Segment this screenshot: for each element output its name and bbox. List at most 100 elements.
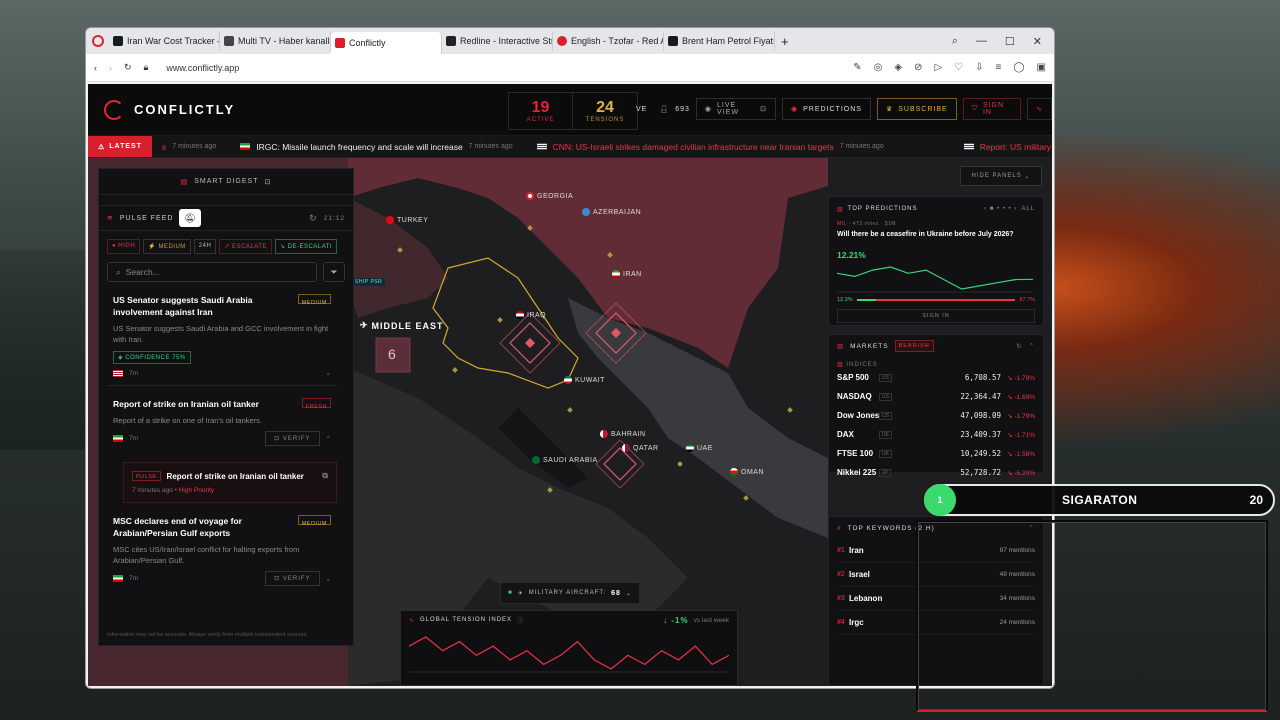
window-controls: ⌕ — ☐ ✕ xyxy=(952,35,1054,48)
ticker-item[interactable]: Report: US military lost two more xyxy=(963,142,1052,152)
activity-button[interactable]: ∿ xyxy=(1027,98,1052,120)
filter-medium[interactable]: ⚡ MEDIUM xyxy=(143,239,191,254)
qatar-flag-icon xyxy=(622,444,630,452)
verify-label: VERIFY xyxy=(282,576,311,582)
refresh-icon[interactable]: ↻ xyxy=(309,213,318,224)
pulse-icon: ∿ xyxy=(409,617,416,624)
tension-index-panel[interactable]: ∿ GLOBAL TENSION INDEX ⓘ ↓ -1% vs last week xyxy=(400,610,738,686)
verify-button[interactable]: ⊡ VERIFY xyxy=(265,571,320,586)
close-icon[interactable]: ✕ xyxy=(1033,35,1042,48)
market-row[interactable]: DAX DE 23,409.37 ↘ -1.71% xyxy=(829,425,1043,444)
back-icon[interactable]: ‹ xyxy=(94,63,97,73)
tab-2[interactable]: Conflictly xyxy=(331,32,442,54)
map-label-region[interactable]: ✈︎ MIDDLE EAST xyxy=(360,320,444,331)
verify-button[interactable]: ⊡ VERIFY xyxy=(265,431,320,446)
low-value: 12.3% xyxy=(837,297,853,303)
download-icon[interactable]: ⇩ xyxy=(975,62,983,73)
chevron-up-icon[interactable]: ⌃ xyxy=(1029,342,1035,350)
oman-flag-icon xyxy=(730,468,738,476)
ticker-item[interactable]: CNN: US-Israeli strikes damaged civilian… xyxy=(536,142,884,152)
carousel-dots[interactable]: ‹ ■ • • • › xyxy=(984,206,1017,212)
predictions-title: TOP PREDICTIONS xyxy=(847,206,918,212)
filter-high[interactable]: ● HIGH xyxy=(107,239,141,254)
feed-card[interactable]: US Senator suggests Saudi Arabia involve… xyxy=(107,288,337,386)
map-label-oman[interactable]: OMAN xyxy=(730,468,764,476)
market-row[interactable]: S&P 500 US 6,708.57 ↘ -1.79% xyxy=(829,368,1043,387)
chevron-down-icon[interactable]: ⌄ xyxy=(326,369,331,377)
tab-0[interactable]: Iran War Cost Tracker — L xyxy=(109,31,220,51)
subscribe-button[interactable]: ♛ SUBSCRIBE xyxy=(876,98,957,120)
play-icon[interactable]: ▷ xyxy=(934,62,942,73)
url-field[interactable]: www.conflictly.app xyxy=(166,63,239,73)
external-link-icon[interactable]: ⧉ xyxy=(322,471,328,481)
opera-logo-icon[interactable] xyxy=(92,35,104,47)
browser-toolbar: ✎ ◎ ◈ ⊘ ▷ ♡ ⇩ ≡ ◯ ▣ xyxy=(853,62,1046,73)
map-label-kuwait[interactable]: KUWAIT xyxy=(564,376,605,384)
azerbaijan-flag-icon xyxy=(582,208,590,216)
ship-marker[interactable]: SHIP PSR xyxy=(352,278,386,286)
refresh-icon[interactable]: ↻ xyxy=(1016,342,1022,350)
new-tab-icon[interactable]: + xyxy=(781,34,789,49)
tab-5[interactable]: Brent Ham Petrol Fiyatı — xyxy=(664,31,775,51)
search-tabs-icon[interactable]: ⌕ xyxy=(952,35,958,48)
reload-icon[interactable]: ↻ xyxy=(124,62,132,73)
vpn-icon[interactable]: ⊘ xyxy=(914,62,922,73)
expanded-pulse-item[interactable]: PULSE Report of strike on Iranian oil tan… xyxy=(123,462,337,503)
tab-1[interactable]: Multi TV - Haber kanalları xyxy=(220,31,331,51)
chevron-down-icon[interactable]: ⌄ xyxy=(326,575,331,583)
map-label-qatar[interactable]: QATAR xyxy=(622,444,659,452)
index-name: NASDAQ xyxy=(837,392,872,401)
tab-3[interactable]: Redline - Interactive Strat xyxy=(442,31,553,51)
market-row[interactable]: FTSE 100 UK 10,249.52 ↘ -1.58% xyxy=(829,444,1043,463)
filter-de-escalate[interactable]: ↘ DE-ESCALATI xyxy=(274,239,338,254)
feed-card[interactable]: Report of strike on Iranian oil tanker FR… xyxy=(107,392,337,454)
market-row[interactable]: NASDAQ US 22,364.47 ↘ -1.69% xyxy=(829,387,1043,406)
filter-funnel-icon[interactable]: ⏷ xyxy=(323,262,345,282)
forward-icon[interactable]: › xyxy=(109,63,112,73)
country-name: UAE xyxy=(697,444,713,452)
hide-panels-button[interactable]: HIDE PANELS ⌄ xyxy=(960,166,1042,186)
military-aircraft-toggle[interactable]: ■ ✈︎ MILITARY AIRCRAFT: 68 ⌄ xyxy=(500,582,640,604)
market-row[interactable]: Nikkei 225 JP 52,728.72 ↘ -5.20% xyxy=(829,463,1043,482)
mute-bell-icon[interactable]: 🔕︎ xyxy=(179,209,202,227)
card-title: US Senator suggests Saudi Arabia involve… xyxy=(113,295,253,317)
maximize-icon[interactable]: ☐ xyxy=(1005,35,1015,48)
filter-escalate[interactable]: ↗ ESCALATE xyxy=(219,239,272,254)
filter-24h[interactable]: 24H xyxy=(193,239,217,254)
ticker-item[interactable]: s 7 minutes ago xyxy=(162,142,216,152)
market-row[interactable]: Dow Jones US 47,098.09 ↘ -1.79% xyxy=(829,406,1043,425)
prediction-sign-in-button[interactable]: SIGN IN xyxy=(837,309,1035,323)
predictions-filter[interactable]: ALL xyxy=(1021,206,1035,212)
map-label-iran[interactable]: IRAN xyxy=(612,270,642,278)
tab-4[interactable]: English - Tzofar - Red Aler xyxy=(553,31,664,51)
logo[interactable]: CONFLICTLY xyxy=(104,99,235,120)
chip-label: ESCALATE xyxy=(232,244,267,250)
conflict-map[interactable]: GEORGIA AZERBAIJAN TURKEY IRAN IRAQ KUWA… xyxy=(88,158,1052,686)
map-label-iraq[interactable]: IRAQ xyxy=(516,311,546,319)
feed-card[interactable]: MSC declares end of voyage for Arabian/P… xyxy=(107,509,337,594)
map-label-saudi-arabia[interactable]: SAUDI ARABIA xyxy=(532,456,598,464)
heart-icon[interactable]: ♡ xyxy=(954,62,963,73)
predictions-button[interactable]: ◉ PREDICTIONS xyxy=(781,98,871,120)
profile-icon[interactable]: ◯ xyxy=(1013,62,1024,73)
smart-digest-button[interactable]: ▤ SMART DIGEST ⊡ xyxy=(99,169,353,195)
chevron-up-icon[interactable]: ⌃ xyxy=(326,435,331,443)
map-label-uae[interactable]: UAE xyxy=(686,444,713,452)
sign-in-button[interactable]: ⛉ SIGN IN xyxy=(962,98,1022,120)
map-label-turkey[interactable]: TURKEY xyxy=(386,216,428,224)
minimize-icon[interactable]: — xyxy=(976,35,987,48)
map-label-georgia[interactable]: GEORGIA xyxy=(526,192,573,200)
edit-icon[interactable]: ✎ xyxy=(853,62,861,73)
index-change: ↘ -5.20% xyxy=(1007,469,1035,477)
search-input[interactable]: ⌕ Search... xyxy=(107,262,317,282)
event-cluster[interactable]: 6 xyxy=(388,346,396,362)
map-label-bahrain[interactable]: BAHRAIN xyxy=(600,430,646,438)
shield-icon[interactable]: ◈ xyxy=(894,62,902,73)
map-label-azerbaijan[interactable]: AZERBAIJAN xyxy=(582,208,641,216)
ticker-item[interactable]: IRGC: Missile launch frequency and scale… xyxy=(240,142,513,152)
sidebar-icon[interactable]: ▣ xyxy=(1037,62,1046,73)
live-view-button[interactable]: ◉ LIVE VIEW ⊡ xyxy=(695,98,776,120)
camera-icon[interactable]: ◎ xyxy=(874,62,883,73)
menu-icon[interactable]: ≡ xyxy=(996,62,1002,73)
prediction-question[interactable]: Will there be a ceasefire in Ukraine bef… xyxy=(829,231,1043,238)
